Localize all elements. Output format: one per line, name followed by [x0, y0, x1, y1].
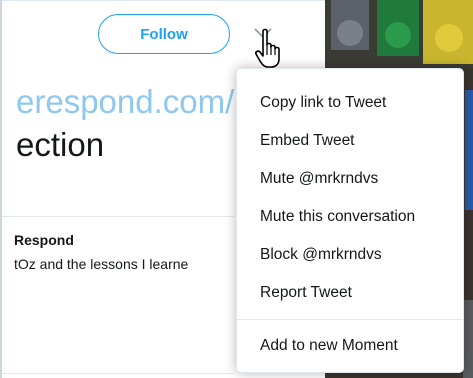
pane-border — [0, 0, 2, 378]
pane-top-border — [2, 0, 327, 1]
menu-item-embed-tweet[interactable]: Embed Tweet — [237, 122, 463, 160]
photo-block — [463, 300, 473, 378]
card-divider — [2, 216, 234, 217]
card-bottom-divider — [2, 373, 234, 374]
menu-item-block-user[interactable]: Block @mrkrndvs — [237, 236, 463, 274]
card-link-url[interactable]: erespond.com/ — [16, 82, 234, 122]
photo-stud — [435, 24, 463, 52]
follow-button-label: Follow — [140, 25, 188, 43]
card-title[interactable]: Respond — [14, 232, 74, 248]
tweet-actions-menu: Copy link to Tweet Embed Tweet Mute @mrk… — [236, 68, 464, 373]
menu-item-mute-conversation[interactable]: Mute this conversation — [237, 198, 463, 236]
hand-pointer-cursor-icon — [255, 28, 280, 68]
card-description: tOz and the lessons I learne — [14, 256, 189, 272]
follow-button[interactable]: Follow — [98, 14, 230, 54]
photo-stud — [385, 22, 411, 48]
card-heading: ection — [16, 126, 105, 163]
menu-item-report-tweet[interactable]: Report Tweet — [237, 274, 463, 312]
menu-item-add-to-moment[interactable]: Add to new Moment — [237, 327, 463, 365]
menu-item-copy-link[interactable]: Copy link to Tweet — [237, 84, 463, 122]
menu-item-mute-user[interactable]: Mute @mrkrndvs — [237, 160, 463, 198]
menu-separator — [237, 319, 463, 320]
photo-block — [465, 90, 473, 210]
photo-stud — [337, 20, 363, 46]
